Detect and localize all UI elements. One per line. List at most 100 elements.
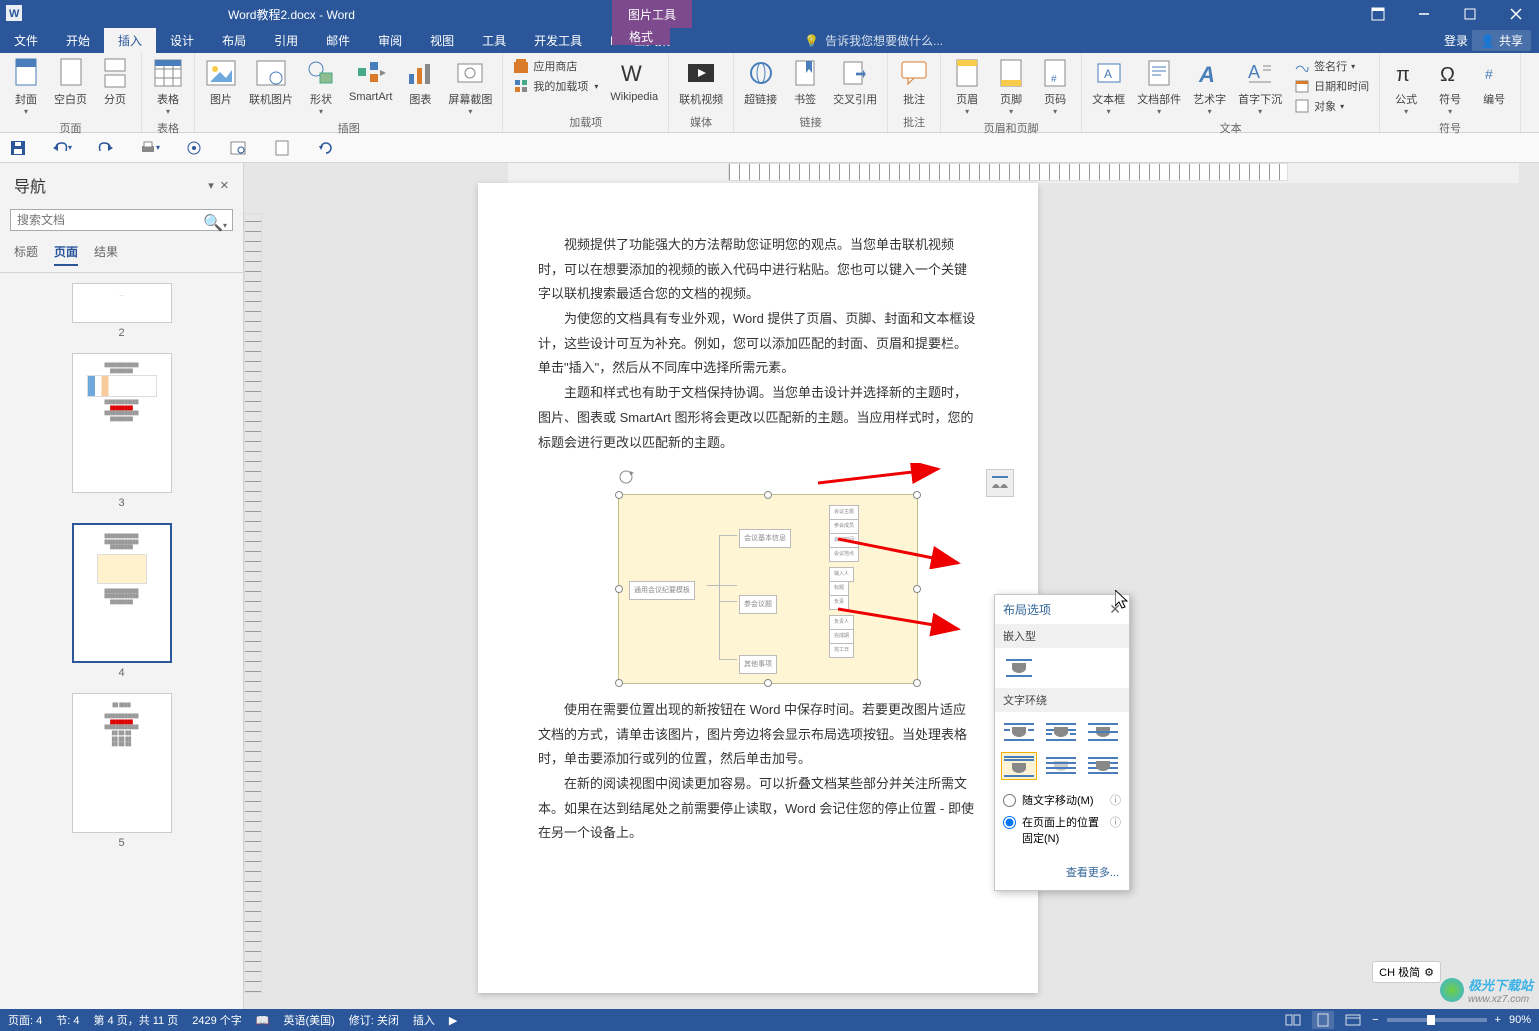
tab-insert[interactable]: 插入 xyxy=(104,28,156,53)
close-button[interactable] xyxy=(1493,0,1539,28)
rotate-handle-icon[interactable] xyxy=(618,469,978,494)
table-button[interactable]: 表格▾ xyxy=(146,55,190,118)
info-icon[interactable]: ⓘ xyxy=(1110,814,1121,830)
hyperlink-button[interactable]: 超链接 xyxy=(738,55,783,109)
wordart-button[interactable]: A艺术字▾ xyxy=(1187,55,1232,118)
tab-file[interactable]: 文件 xyxy=(0,28,52,53)
tell-me-search[interactable]: 💡 告诉我您想要做什么... xyxy=(804,28,943,53)
layout-opt-through[interactable] xyxy=(1085,718,1121,746)
online-picture-button[interactable]: 联机图片 xyxy=(243,55,299,109)
cover-page-button[interactable]: 封面▾ xyxy=(4,55,48,118)
symbol-button[interactable]: Ω符号▾ xyxy=(1428,55,1472,118)
drop-cap-button[interactable]: A首字下沉▾ xyxy=(1232,55,1288,118)
status-macro-icon[interactable]: ▶ xyxy=(449,1014,457,1027)
zoom-in-button[interactable]: + xyxy=(1495,1014,1501,1026)
signature-line-button[interactable]: 签名行▾ xyxy=(1292,57,1371,75)
page-number-button[interactable]: #页码▾ xyxy=(1033,55,1077,118)
ribbon-display-options-icon[interactable] xyxy=(1355,0,1401,28)
bookmark-button[interactable]: 书签 xyxy=(783,55,827,109)
see-more-link[interactable]: 查看更多... xyxy=(1066,867,1119,879)
save-button[interactable] xyxy=(8,138,28,158)
resize-handle[interactable] xyxy=(615,491,623,499)
chart-button[interactable]: 图表 xyxy=(398,55,442,109)
my-addins-button[interactable]: 我的加载项▾ xyxy=(511,77,600,95)
nav-close-icon[interactable]: ✕ xyxy=(220,179,229,192)
blank-page-button[interactable]: 空白页 xyxy=(48,55,93,109)
status-page[interactable]: 页面: 4 xyxy=(8,1012,42,1028)
resize-handle[interactable] xyxy=(913,585,921,593)
quick-parts-button[interactable]: 文档部件▾ xyxy=(1131,55,1187,118)
online-video-button[interactable]: 联机视频 xyxy=(673,55,729,109)
tab-layout[interactable]: 布局 xyxy=(208,28,260,53)
thumbnail-page-4[interactable]: ████████████████████████████████████████… xyxy=(30,523,213,679)
resize-handle[interactable] xyxy=(615,585,623,593)
info-icon[interactable]: ⓘ xyxy=(1110,792,1121,808)
status-insert-mode[interactable]: 插入 xyxy=(413,1012,435,1028)
maximize-button[interactable] xyxy=(1447,0,1493,28)
layout-radio-move-with-text[interactable]: 随文字移动(M) ⓘ xyxy=(1003,792,1121,808)
login-link[interactable]: 登录 xyxy=(1444,32,1468,49)
nav-search-input[interactable] xyxy=(10,209,233,231)
zoom-slider[interactable] xyxy=(1387,1018,1487,1022)
screenshot-button[interactable]: 屏幕截图▾ xyxy=(442,55,498,118)
equation-button[interactable]: π公式▾ xyxy=(1384,55,1428,118)
qat-touch-button[interactable] xyxy=(184,138,204,158)
status-track-changes[interactable]: 修订: 关闭 xyxy=(349,1012,399,1028)
layout-opt-front[interactable] xyxy=(1085,752,1121,780)
zoom-out-button[interactable]: − xyxy=(1372,1014,1378,1026)
tab-design[interactable]: 设计 xyxy=(156,28,208,53)
wikipedia-button[interactable]: WWikipedia xyxy=(604,55,664,105)
layout-opt-behind[interactable] xyxy=(1043,752,1079,780)
nav-search-box[interactable]: 🔍▾ xyxy=(10,209,233,231)
vertical-ruler[interactable] xyxy=(244,183,268,993)
search-icon[interactable]: 🔍▾ xyxy=(203,213,227,233)
date-time-button[interactable]: 日期和时间 xyxy=(1292,77,1371,95)
nav-tab-pages[interactable]: 页面 xyxy=(54,243,78,266)
tab-view[interactable]: 视图 xyxy=(416,28,468,53)
layout-opt-inline[interactable] xyxy=(1001,654,1037,682)
number-button[interactable]: #编号 xyxy=(1472,55,1516,109)
view-print-layout[interactable] xyxy=(1312,1011,1334,1029)
tab-mailings[interactable]: 邮件 xyxy=(312,28,364,53)
textbox-button[interactable]: A文本框▾ xyxy=(1086,55,1131,118)
tab-format[interactable]: 格式 xyxy=(612,28,670,45)
redo-button[interactable] xyxy=(96,138,116,158)
thumbnail-page-3[interactable]: ████████████████████████████████████████… xyxy=(30,353,213,509)
qat-new-button[interactable] xyxy=(272,138,292,158)
view-web-layout[interactable] xyxy=(1342,1011,1364,1029)
app-store-button[interactable]: 应用商店 xyxy=(511,57,600,75)
layout-options-button[interactable] xyxy=(986,469,1014,497)
status-word-count[interactable]: 2429 个字 xyxy=(192,1012,242,1028)
ime-badge[interactable]: CH 极简 ⚙ xyxy=(1372,961,1441,983)
tab-review[interactable]: 审阅 xyxy=(364,28,416,53)
qat-rotate-button[interactable] xyxy=(316,138,336,158)
status-page-count[interactable]: 第 4 页，共 11 页 xyxy=(93,1012,178,1028)
tab-tools[interactable]: 工具 xyxy=(468,28,520,53)
nav-dropdown-icon[interactable]: ▾ xyxy=(208,179,214,192)
tab-home[interactable]: 开始 xyxy=(52,28,104,53)
layout-opt-tight[interactable] xyxy=(1043,718,1079,746)
view-read-mode[interactable] xyxy=(1282,1011,1304,1029)
cross-reference-button[interactable]: 交叉引用 xyxy=(827,55,883,109)
nav-tab-results[interactable]: 结果 xyxy=(94,243,118,266)
document-page[interactable]: 视频提供了功能强大的方法帮助您证明您的观点。当您单击联机视频时，可以在想要添加的… xyxy=(478,183,1038,993)
resize-handle[interactable] xyxy=(913,679,921,687)
shapes-button[interactable]: 形状▾ xyxy=(299,55,343,118)
comment-button[interactable]: 批注 xyxy=(892,55,936,109)
layout-opt-square[interactable] xyxy=(1001,718,1037,746)
minimize-button[interactable] xyxy=(1401,0,1447,28)
layout-radio-fix-position[interactable]: 在页面上的位置固定(N) ⓘ xyxy=(1003,814,1121,846)
picture-button[interactable]: 图片 xyxy=(199,55,243,109)
tab-references[interactable]: 引用 xyxy=(260,28,312,53)
horizontal-ruler[interactable] xyxy=(508,163,1519,183)
nav-tab-headings[interactable]: 标题 xyxy=(14,243,38,266)
thumbnail-page-5[interactable]: ██ █████████████████████████████████████… xyxy=(30,693,213,849)
resize-handle[interactable] xyxy=(764,679,772,687)
ime-settings-icon[interactable]: ⚙ xyxy=(1424,966,1434,979)
status-spell-icon[interactable]: 📖 xyxy=(256,1014,270,1027)
object-button[interactable]: 对象▾ xyxy=(1292,97,1371,115)
header-button[interactable]: 页眉▾ xyxy=(945,55,989,118)
status-section[interactable]: 节: 4 xyxy=(56,1012,79,1028)
footer-button[interactable]: 页脚▾ xyxy=(989,55,1033,118)
resize-handle[interactable] xyxy=(615,679,623,687)
